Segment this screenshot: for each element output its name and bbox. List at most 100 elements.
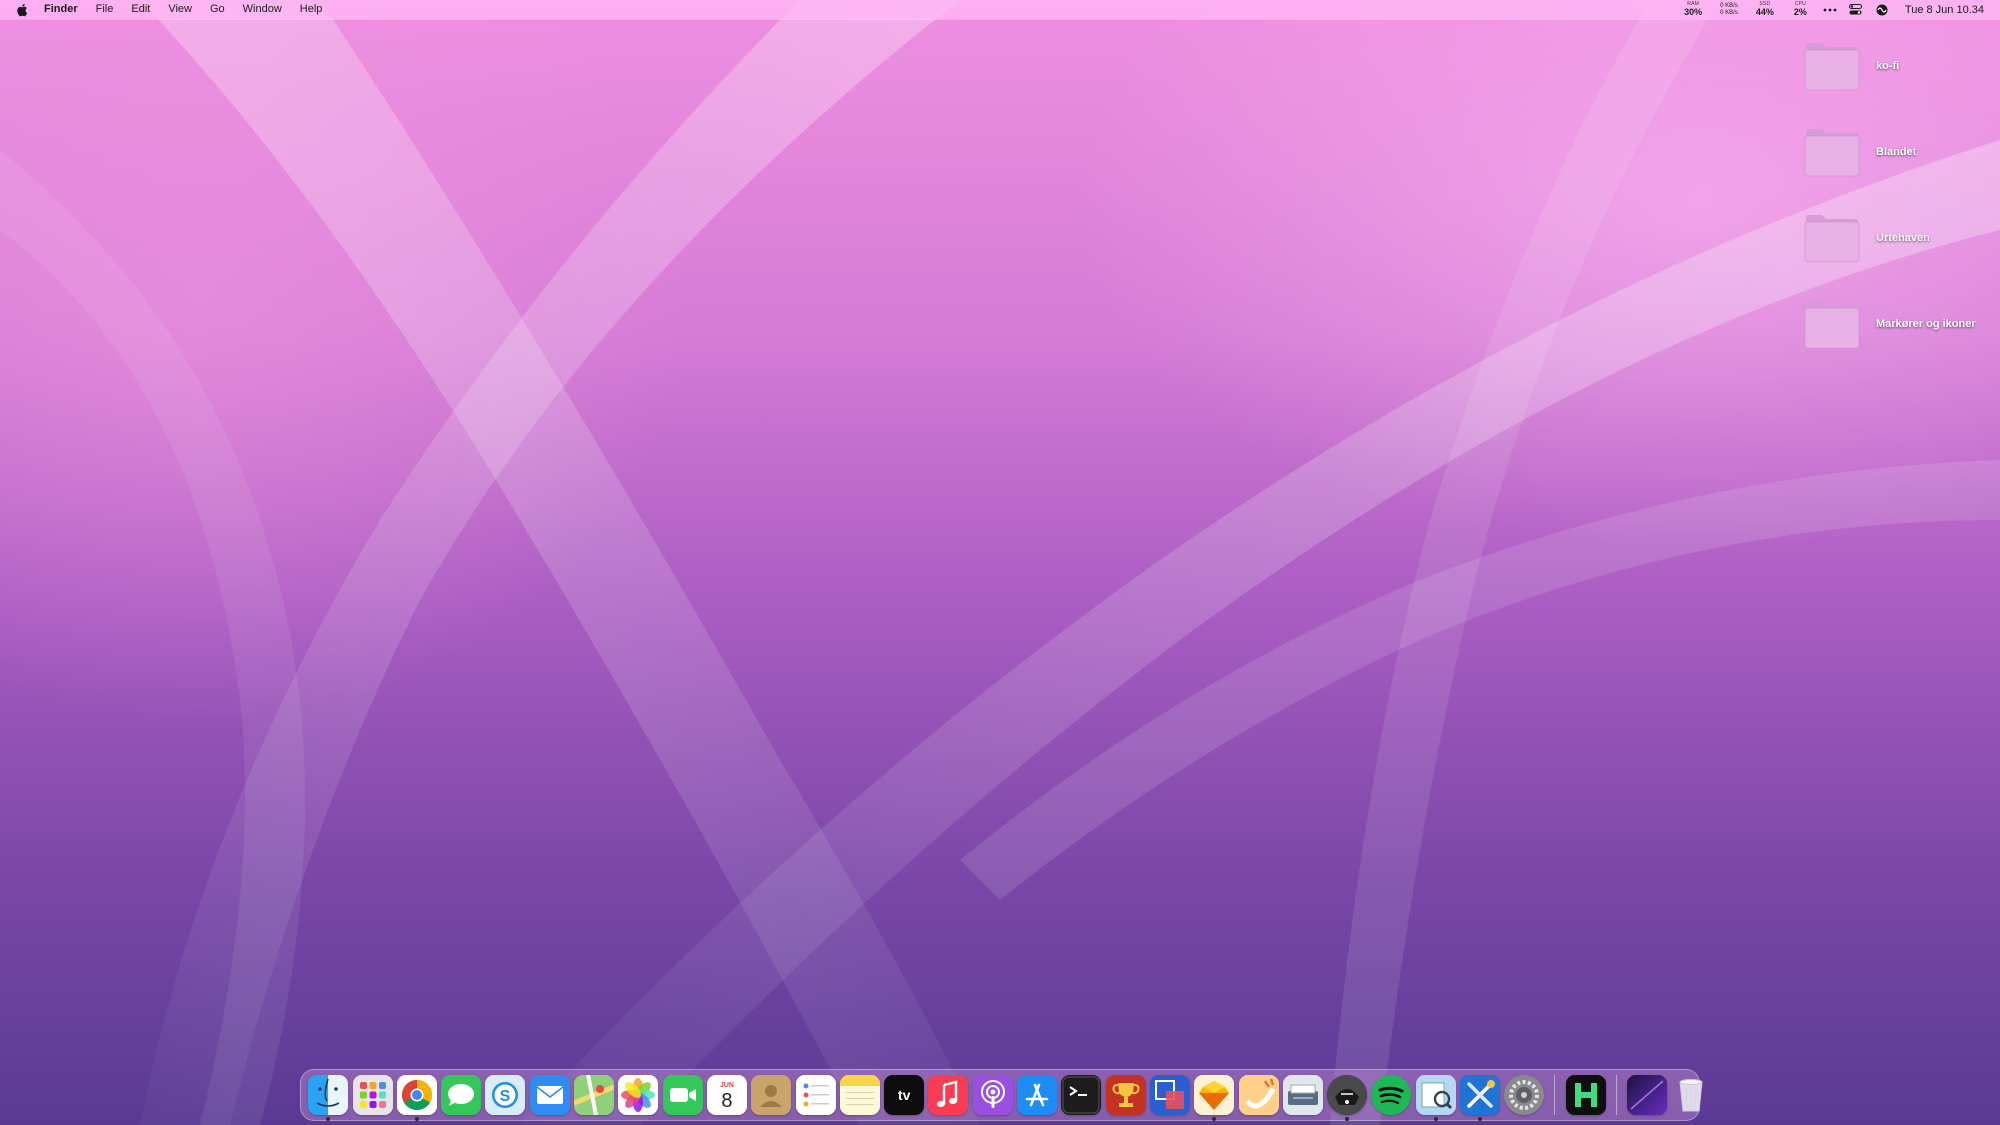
cpu-monitor[interactable]: CPU 2% [1794,2,1807,17]
control-center-icon[interactable] [1847,0,1865,19]
terminal-icon [1061,1075,1102,1115]
menu-clock[interactable]: Tue 8 Jun 10.34 [1905,4,1984,16]
menu-view[interactable]: View [159,0,201,19]
desktop-folder[interactable]: ko-fi [1802,40,1899,92]
dock-app-maps[interactable] [574,1075,615,1115]
maps-icon [574,1075,615,1115]
xcode-tools-icon [1460,1075,1501,1115]
calendar-icon: JUN 8 [706,1075,747,1115]
dock-app-finder[interactable] [308,1075,349,1121]
dock-app-system-preferences[interactable] [1504,1075,1545,1115]
desktop-folder-label: Blandet [1876,146,1917,158]
dock-app-plug[interactable] [1238,1075,1279,1115]
folder-icon [1802,40,1862,92]
dock-app-calendar[interactable]: JUN 8 [706,1075,747,1115]
menu-go[interactable]: Go [201,0,234,19]
dock-app-podcasts[interactable] [972,1075,1013,1115]
menu-help[interactable]: Help [291,0,332,19]
messages-icon [441,1075,482,1115]
desktop-folder-label: Markører og ikoner [1876,318,1976,330]
dock-app-skype[interactable]: S [485,1075,526,1115]
finder-icon [308,1075,349,1115]
dock: S JUN 8 tv [300,1069,1703,1121]
menu-bar: Finder File Edit View Go Window Help RAM… [0,0,2000,19]
cpu-value: 2% [1793,7,1807,17]
siri-icon[interactable] [1873,0,1891,19]
ram-value: 30% [1684,7,1703,17]
menu-file[interactable]: File [87,0,123,19]
ssd-value: 44% [1755,7,1774,17]
dock-app-hyper[interactable] [1565,1075,1606,1115]
chrome-icon [396,1075,437,1115]
dock-app-resizer[interactable] [1149,1075,1190,1115]
network-monitor[interactable]: 0 KB/s 0 KB/s [1720,3,1738,17]
desktop-folder-label: Urtehaven [1876,232,1930,244]
desktop-wallpaper [0,0,2000,1125]
dock-app-notes[interactable] [839,1075,880,1115]
dock-app-photos[interactable] [618,1075,659,1115]
dock-app-xcode-tools[interactable] [1460,1075,1501,1121]
ram-monitor[interactable]: RAM 30% [1684,2,1702,17]
trash-icon [1671,1075,1711,1115]
ssd-monitor[interactable]: SSD 44% [1756,2,1774,17]
svg-text:S: S [500,1088,511,1105]
desktop-folder-label: ko-fi [1876,60,1900,72]
dock-app-facetime[interactable] [662,1075,703,1115]
desktop-folder[interactable]: Blandet [1802,126,1916,178]
dock-app-terminal[interactable] [1061,1075,1102,1115]
photos-icon [618,1075,659,1115]
menu-edit[interactable]: Edit [122,0,159,19]
dock-app-sketch[interactable] [1194,1075,1235,1121]
folder-icon [1802,212,1862,264]
downloads-stack-icon [1626,1075,1667,1115]
alfred-icon [1327,1075,1368,1115]
dock-app-messages[interactable] [441,1075,482,1115]
facetime-icon [662,1075,703,1115]
dock-app-preview[interactable] [1415,1075,1456,1121]
podcasts-icon [972,1075,1013,1115]
dock-app-chrome[interactable] [396,1075,437,1121]
dock-app-spotify[interactable] [1371,1075,1412,1115]
dock-app-trash[interactable] [1671,1075,1711,1115]
launchpad-icon [352,1075,393,1115]
app-store-icon [1017,1075,1058,1115]
dock-app-app-store[interactable] [1017,1075,1058,1115]
sketch-icon [1194,1075,1235,1115]
more-icon[interactable] [1821,0,1839,19]
calendar-day: 8 [721,1090,733,1112]
dock-app-trophy[interactable] [1105,1075,1146,1115]
gear-icon [1504,1075,1545,1115]
dock-app-contacts[interactable] [751,1075,792,1115]
resizer-icon [1149,1075,1190,1115]
scanner-icon [1282,1075,1323,1115]
dock-app-reminders[interactable] [795,1075,836,1115]
dock-app-music[interactable] [928,1075,969,1115]
menu-bar-right: RAM 30% 0 KB/s 0 KB/s SSD 44% CPU 2% Tue… [1674,0,2000,19]
desktop-folder[interactable]: Markører og ikoner [1802,298,1976,350]
dock-app-alfred[interactable] [1327,1075,1368,1121]
folder-icon [1802,298,1862,350]
preview-icon [1415,1075,1456,1115]
spotify-icon [1371,1075,1412,1115]
notes-icon [839,1075,880,1115]
dock-app-mail[interactable] [529,1075,570,1115]
apple-tv-text: tv [897,1087,911,1103]
dock-app-launchpad[interactable] [352,1075,393,1115]
menu-app-name[interactable]: Finder [42,0,87,19]
folder-icon [1802,126,1862,178]
menu-window[interactable]: Window [234,0,291,19]
hyper-icon [1565,1075,1606,1115]
desktop-folder[interactable]: Urtehaven [1802,212,1930,264]
calendar-month: JUN [719,1082,734,1089]
dock-app-apple-tv[interactable]: tv [884,1075,925,1115]
skype-icon: S [485,1075,526,1115]
network-up: 0 KB/s [1720,2,1738,9]
apple-tv-icon: tv [884,1075,925,1115]
dock-app-scanner[interactable] [1282,1075,1323,1115]
music-icon [928,1075,969,1115]
network-down: 0 KB/s [1720,9,1738,16]
plug-icon [1238,1075,1279,1115]
dock-app-downloads-stack[interactable] [1626,1075,1667,1115]
dock-separator [1554,1075,1556,1115]
apple-menu-icon[interactable] [14,0,30,19]
